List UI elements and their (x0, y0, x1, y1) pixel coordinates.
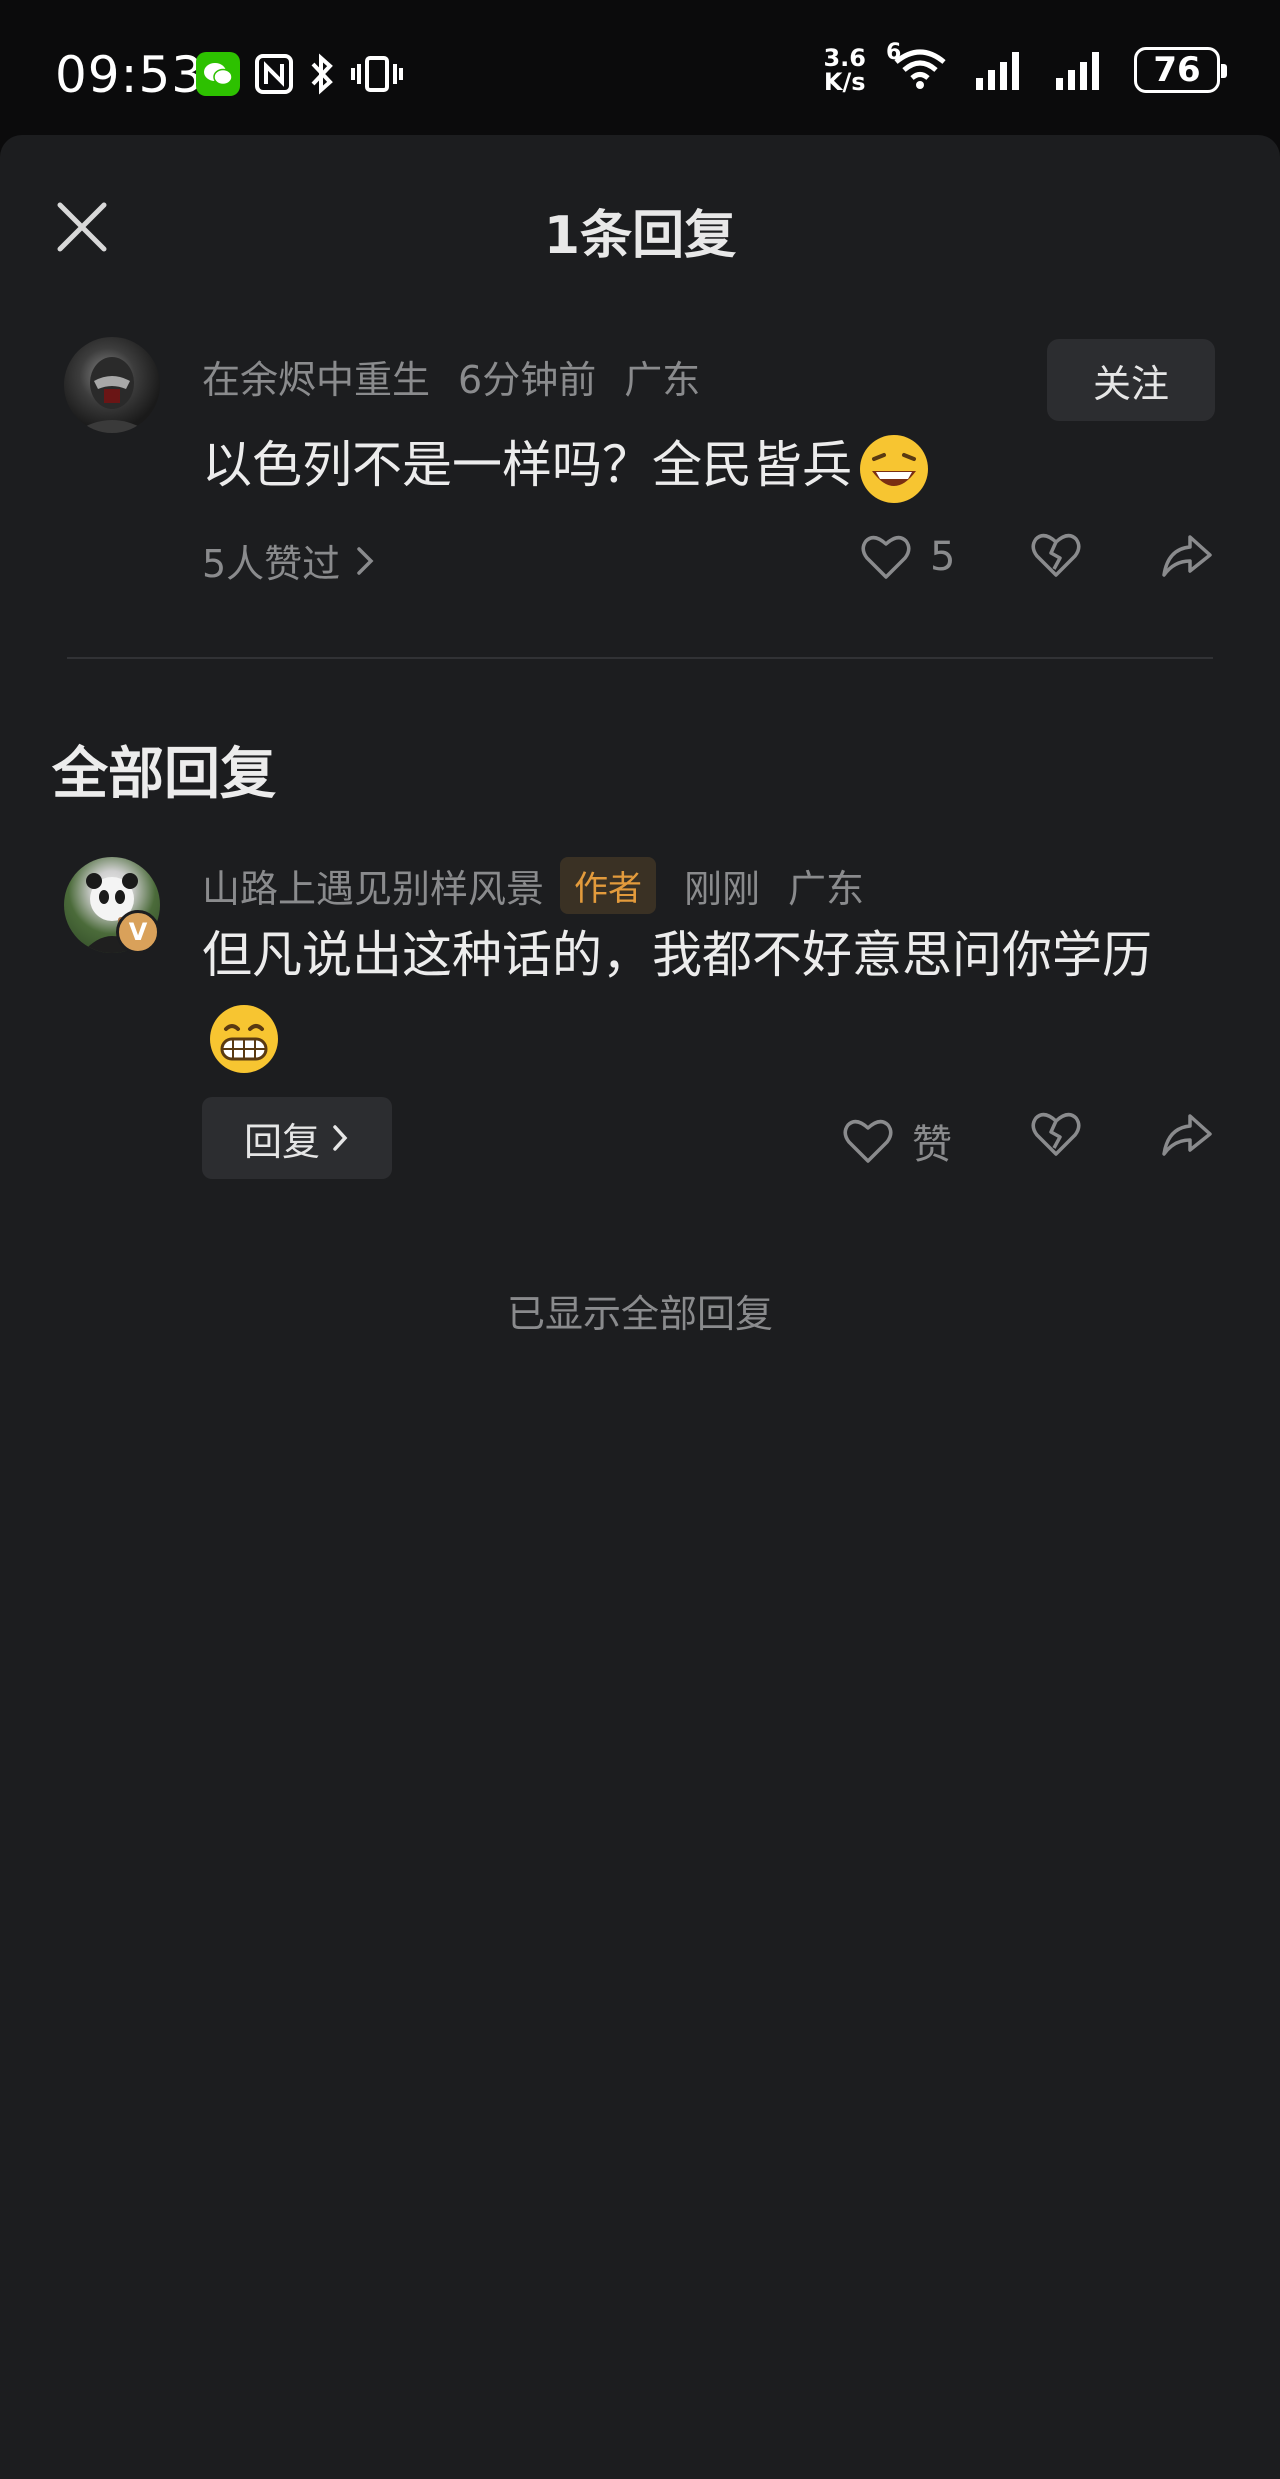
status-left-icons (196, 52, 404, 96)
reply-like-button[interactable]: 赞 (842, 1112, 952, 1170)
reply-sheet: 1条回复 在余烬中重生 6分钟前 广东 关注 以色列不是一样吗？全民皆兵 5人赞… (0, 135, 1280, 2479)
reply-location: 广东 (788, 867, 865, 911)
verified-badge-icon: V (116, 910, 160, 954)
follow-button[interactable]: 关注 (1047, 339, 1215, 421)
main-comment-location: 广东 (624, 358, 701, 402)
reply-button[interactable]: 回复 (202, 1097, 392, 1179)
sheet-title: 1条回复 (543, 206, 737, 266)
vibrate-icon (351, 56, 403, 92)
reply-text-block: 但凡说出这种话的，我都不好意思问你学历 (202, 915, 1212, 1077)
reply-username[interactable]: 山路上遇见别样风景 (202, 858, 544, 913)
broken-heart-icon (1031, 533, 1081, 577)
likers-link[interactable]: 5人赞过 (202, 533, 376, 588)
status-bar: 09:53 3.6 K/s 6 76 (0, 0, 1280, 135)
heart-icon (861, 535, 911, 579)
reply-text: 但凡说出这种话的，我都不好意思问你学历 (202, 926, 1152, 984)
net-speed-value: 3.6 (823, 44, 866, 72)
nfc-icon (255, 54, 293, 94)
bluetooth-icon (311, 53, 333, 95)
main-like-button[interactable]: 5 (860, 533, 955, 581)
share-icon (1162, 1114, 1212, 1156)
chevron-right-icon (333, 1125, 348, 1151)
reply-meta: 山路上遇见别样风景 作者 刚刚 广东 (202, 857, 864, 914)
wechat-icon (196, 52, 240, 96)
status-right-icons: 3.6 K/s 6 76 (823, 40, 1227, 94)
reply-like-label: 赞 (912, 1122, 952, 1168)
broken-heart-icon (1031, 1112, 1081, 1156)
divider (67, 657, 1213, 659)
chevron-right-icon (357, 546, 374, 575)
main-comment-text-block: 以色列不是一样吗？全民皆兵 (202, 425, 1222, 507)
reply-dislike-button[interactable] (1030, 1110, 1082, 1158)
reply-share-button[interactable] (1160, 1110, 1214, 1158)
signal-icon-1 (976, 52, 1019, 90)
net-speed: 3.6 K/s (823, 46, 866, 94)
grinning-emoji-icon (210, 1004, 278, 1073)
main-like-count: 5 (930, 534, 956, 580)
laughing-emoji-icon (860, 434, 928, 503)
main-share-button[interactable] (1160, 531, 1214, 579)
main-comment-time: 6分钟前 (458, 358, 597, 402)
likers-link-label: 5人赞过 (202, 542, 341, 586)
share-icon (1162, 535, 1212, 577)
author-tag: 作者 (560, 857, 657, 914)
battery-level: 76 (1153, 50, 1201, 90)
net-speed-unit: K/s (823, 68, 866, 96)
main-dislike-button[interactable] (1030, 531, 1082, 579)
heart-icon (843, 1119, 893, 1163)
reply-time: 刚刚 (684, 867, 761, 911)
wifi-icon: 6 (886, 40, 948, 94)
reply-button-label: 回复 (243, 1119, 320, 1164)
battery-icon: 76 (1134, 47, 1227, 93)
main-comment-meta: 在余烬中重生 6分钟前 广东 (202, 349, 700, 404)
main-comment-text: 以色列不是一样吗？全民皆兵 (202, 436, 852, 494)
all-replies-shown-note: 已显示全部回复 (506, 1292, 773, 1336)
main-comment-avatar[interactable] (64, 337, 160, 433)
signal-icon-2 (1056, 52, 1099, 90)
status-time: 09:53 (55, 46, 205, 104)
main-comment-username[interactable]: 在余烬中重生 (202, 349, 430, 404)
wifi-label: 6 (886, 40, 902, 65)
all-replies-heading: 全部回复 (52, 742, 276, 807)
